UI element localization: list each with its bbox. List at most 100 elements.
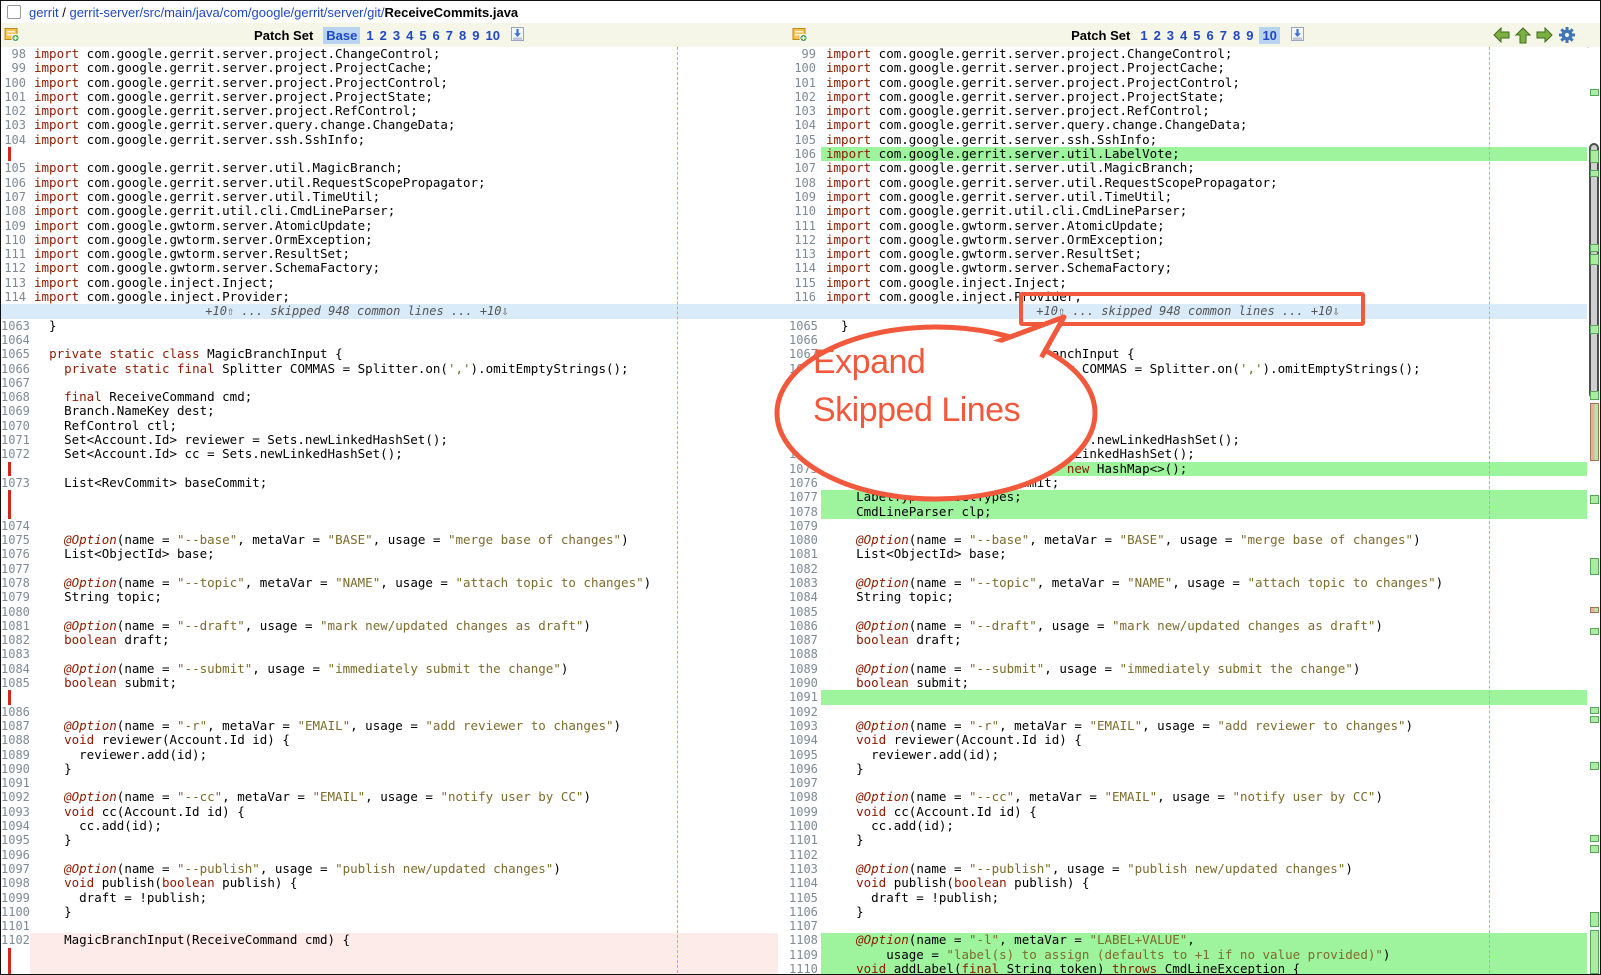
line-number-left[interactable]: 1092 (1, 790, 30, 804)
line-number-right[interactable]: 1098 (789, 790, 821, 804)
line-number-left[interactable]: 1098 (1, 876, 30, 890)
line-number-left[interactable]: 1084 (1, 662, 30, 676)
line-number-right[interactable]: 1108 (789, 933, 821, 947)
line-number-right[interactable]: 1107 (789, 919, 821, 933)
line-number-right[interactable]: 1101 (789, 833, 821, 847)
prev-file-arrow-icon[interactable] (1493, 27, 1510, 43)
line-number-left[interactable]: 1087 (1, 719, 30, 733)
line-number-right[interactable]: 1079 (789, 519, 821, 533)
line-number-left[interactable]: 105 (1, 161, 30, 175)
line-number-right[interactable]: 1100 (789, 819, 821, 833)
line-number-left[interactable]: 1085 (1, 676, 30, 690)
line-number-left[interactable]: 111 (1, 247, 30, 261)
line-number-left[interactable]: 112 (1, 261, 30, 275)
line-number-left[interactable] (1, 505, 30, 519)
next-file-arrow-icon[interactable] (1536, 27, 1553, 43)
line-number-left[interactable]: 100 (1, 76, 30, 90)
line-number-right[interactable]: 1089 (789, 662, 821, 676)
line-number-left[interactable]: 1094 (1, 819, 30, 833)
scrollbar-thumb[interactable] (1589, 143, 1599, 399)
line-number-right[interactable]: 114 (789, 261, 821, 275)
patchset-link[interactable]: 5 (1193, 28, 1200, 43)
line-number-right[interactable]: 1095 (789, 748, 821, 762)
line-number-left[interactable]: 1068 (1, 390, 30, 404)
line-number-left[interactable]: 106 (1, 176, 30, 190)
line-number-left[interactable]: 98 (1, 47, 30, 61)
line-number-left[interactable]: 108 (1, 204, 30, 218)
line-number-right[interactable]: 1099 (789, 805, 821, 819)
line-number-left[interactable]: 101 (1, 90, 30, 104)
patchset-link[interactable]: 8 (459, 28, 466, 43)
line-number-right[interactable]: 110 (789, 204, 821, 218)
line-number-left[interactable]: 107 (1, 190, 30, 204)
line-number-right[interactable]: 1080 (789, 533, 821, 547)
line-number-right[interactable]: 101 (789, 76, 821, 90)
line-number-left[interactable]: 1074 (1, 519, 30, 533)
line-number-right[interactable]: 1103 (789, 862, 821, 876)
patchset-link[interactable]: 9 (1246, 28, 1253, 43)
patchset-link[interactable]: 7 (1220, 28, 1227, 43)
line-number-left[interactable]: 113 (1, 276, 30, 290)
patchset-link[interactable]: 2 (1154, 28, 1161, 43)
line-number-left[interactable]: 1086 (1, 705, 30, 719)
download-icon[interactable] (510, 26, 525, 45)
line-number-left[interactable]: 1072 (1, 447, 30, 461)
line-number-left[interactable] (1, 962, 30, 975)
line-number-right[interactable]: 100 (789, 61, 821, 75)
line-number-right[interactable]: 1091 (789, 690, 821, 704)
line-number-right[interactable]: 113 (789, 247, 821, 261)
patchset-selected[interactable]: 10 (1259, 27, 1279, 44)
line-number-right[interactable]: 103 (789, 104, 821, 118)
line-number-left[interactable]: 1071 (1, 433, 30, 447)
line-number-left[interactable] (1, 948, 30, 962)
line-number-left[interactable]: 1089 (1, 748, 30, 762)
line-number-left[interactable]: 1076 (1, 547, 30, 561)
line-number-right[interactable]: 1105 (789, 891, 821, 905)
line-number-right[interactable]: 1093 (789, 719, 821, 733)
line-number-right[interactable]: 1088 (789, 647, 821, 661)
patchset-link[interactable]: 9 (472, 28, 479, 43)
line-number-left[interactable]: 1081 (1, 619, 30, 633)
line-number-left[interactable]: 114 (1, 290, 30, 304)
line-number-right[interactable]: 1090 (789, 676, 821, 690)
line-number-left[interactable] (1, 462, 30, 476)
patchset-link[interactable]: 4 (1180, 28, 1187, 43)
line-number-right[interactable]: 1109 (789, 948, 821, 962)
patchset-link[interactable]: 5 (419, 28, 426, 43)
line-number-right[interactable]: 104 (789, 118, 821, 132)
line-number-right[interactable]: 1081 (789, 547, 821, 561)
patchset-selected[interactable]: Base (323, 27, 360, 44)
line-number-left[interactable]: 110 (1, 233, 30, 247)
line-number-left[interactable]: 1093 (1, 805, 30, 819)
patchset-link[interactable]: 6 (1207, 28, 1214, 43)
patchset-link[interactable]: 1 (366, 28, 373, 43)
line-number-right[interactable]: 111 (789, 219, 821, 233)
line-number-left[interactable]: 1096 (1, 848, 30, 862)
patchset-link[interactable]: 1 (1140, 28, 1147, 43)
skipped-lines-left-link[interactable]: +10⇧ ... skipped 948 common lines ... +1… (1, 304, 713, 318)
line-number-left[interactable]: 1073 (1, 476, 30, 490)
line-number-left[interactable]: 1077 (1, 562, 30, 576)
patchset-link[interactable]: 6 (433, 28, 440, 43)
settings-gear-icon[interactable] (1558, 26, 1576, 44)
download-icon[interactable] (1290, 26, 1305, 45)
line-number-left[interactable]: 104 (1, 133, 30, 147)
line-number-right[interactable]: 1104 (789, 876, 821, 890)
patchset-link[interactable]: 10 (485, 28, 499, 43)
line-number-left[interactable]: 1079 (1, 590, 30, 604)
line-number-right[interactable]: 109 (789, 190, 821, 204)
line-number-right[interactable]: 1106 (789, 905, 821, 919)
line-number-left[interactable]: 1075 (1, 533, 30, 547)
patchset-link[interactable]: 4 (406, 28, 413, 43)
line-number-right[interactable]: 115 (789, 276, 821, 290)
up-to-change-arrow-icon[interactable] (1515, 27, 1531, 44)
line-number-left[interactable]: 1101 (1, 919, 30, 933)
line-number-left[interactable]: 1102 (1, 933, 30, 947)
line-number-right[interactable]: 1086 (789, 619, 821, 633)
line-number-right[interactable]: 102 (789, 90, 821, 104)
line-number-right[interactable]: 99 (789, 47, 821, 61)
line-number-right[interactable]: 1083 (789, 576, 821, 590)
line-number-left[interactable] (1, 690, 30, 704)
line-number-left[interactable]: 1080 (1, 605, 30, 619)
line-number-left[interactable]: 1070 (1, 419, 30, 433)
